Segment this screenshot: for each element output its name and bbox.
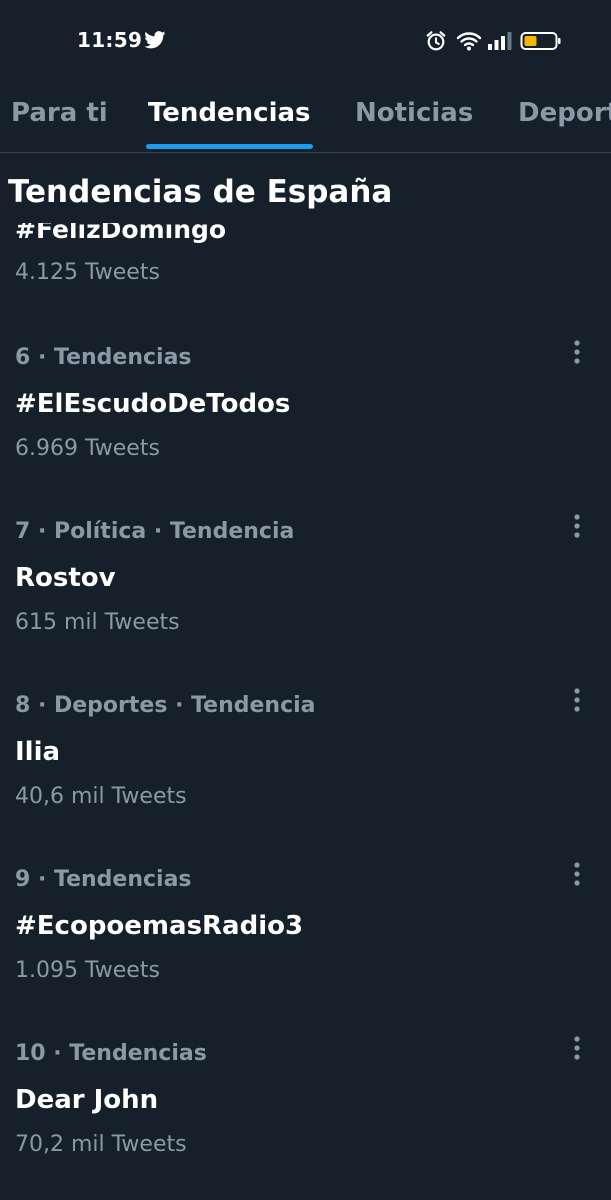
trend-meta: 7 · Política · Tendencia — [15, 519, 295, 544]
tab-deportes[interactable]: Deportes — [518, 98, 611, 128]
trend-item[interactable]: 10 · Tendencias Dear John 70,2 mil Tweet… — [0, 1036, 611, 1200]
trend-tweet-count: 1.095 Tweets — [15, 958, 160, 983]
trend-meta: 9 · Tendencias — [15, 867, 192, 892]
trends-list: #FelizDomingo 4.125 Tweets 6 · Tendencia… — [0, 160, 611, 1200]
trend-name: Rostov — [15, 563, 116, 593]
clock-time: 11:59 — [77, 28, 143, 52]
active-tab-indicator — [146, 144, 313, 149]
trend-tweet-count: 4.125 Tweets — [15, 260, 160, 285]
tab-para-ti[interactable]: Para ti — [11, 98, 108, 128]
alarm-icon — [426, 31, 446, 51]
trend-item[interactable]: 8 · Deportes · Tendencia Ilia 40,6 mil T… — [0, 688, 611, 867]
trend-name: #EcopoemasRadio3 — [15, 911, 304, 941]
top-tabs: Para ti Tendencias Noticias Deportes — [0, 84, 611, 153]
trend-tweet-count: 40,6 mil Tweets — [15, 784, 187, 809]
trend-name: #ElEscudoDeTodos — [15, 389, 291, 419]
battery-icon — [520, 32, 561, 50]
tab-noticias[interactable]: Noticias — [355, 98, 473, 128]
status-bar: 11:59 — [0, 0, 611, 84]
more-options-icon[interactable] — [565, 337, 589, 367]
trend-tweet-count: 70,2 mil Tweets — [15, 1132, 187, 1157]
signal-icon — [488, 32, 512, 50]
trend-meta: 8 · Deportes · Tendencia — [15, 693, 316, 718]
trend-meta: 6 · Tendencias — [15, 345, 192, 370]
wifi-icon — [456, 32, 482, 51]
more-options-icon[interactable] — [565, 685, 589, 715]
trend-item[interactable]: 6 · Tendencias #ElEscudoDeTodos 6.969 Tw… — [0, 340, 611, 519]
twitter-bird-icon — [144, 31, 166, 49]
trend-name: Dear John — [15, 1085, 159, 1115]
tab-tendencias[interactable]: Tendencias — [148, 98, 311, 128]
trend-name: Ilia — [15, 737, 61, 767]
section-title: Tendencias de España — [8, 174, 393, 210]
more-options-icon[interactable] — [565, 1033, 589, 1063]
more-options-icon[interactable] — [565, 511, 589, 541]
trend-item[interactable]: 7 · Política · Tendencia Rostov 615 mil … — [0, 514, 611, 693]
more-options-icon[interactable] — [565, 859, 589, 889]
trend-tweet-count: 615 mil Tweets — [15, 610, 180, 635]
trend-item[interactable]: 9 · Tendencias #EcopoemasRadio3 1.095 Tw… — [0, 862, 611, 1041]
trend-meta: 10 · Tendencias — [15, 1041, 207, 1066]
trend-tweet-count: 6.969 Tweets — [15, 436, 160, 461]
